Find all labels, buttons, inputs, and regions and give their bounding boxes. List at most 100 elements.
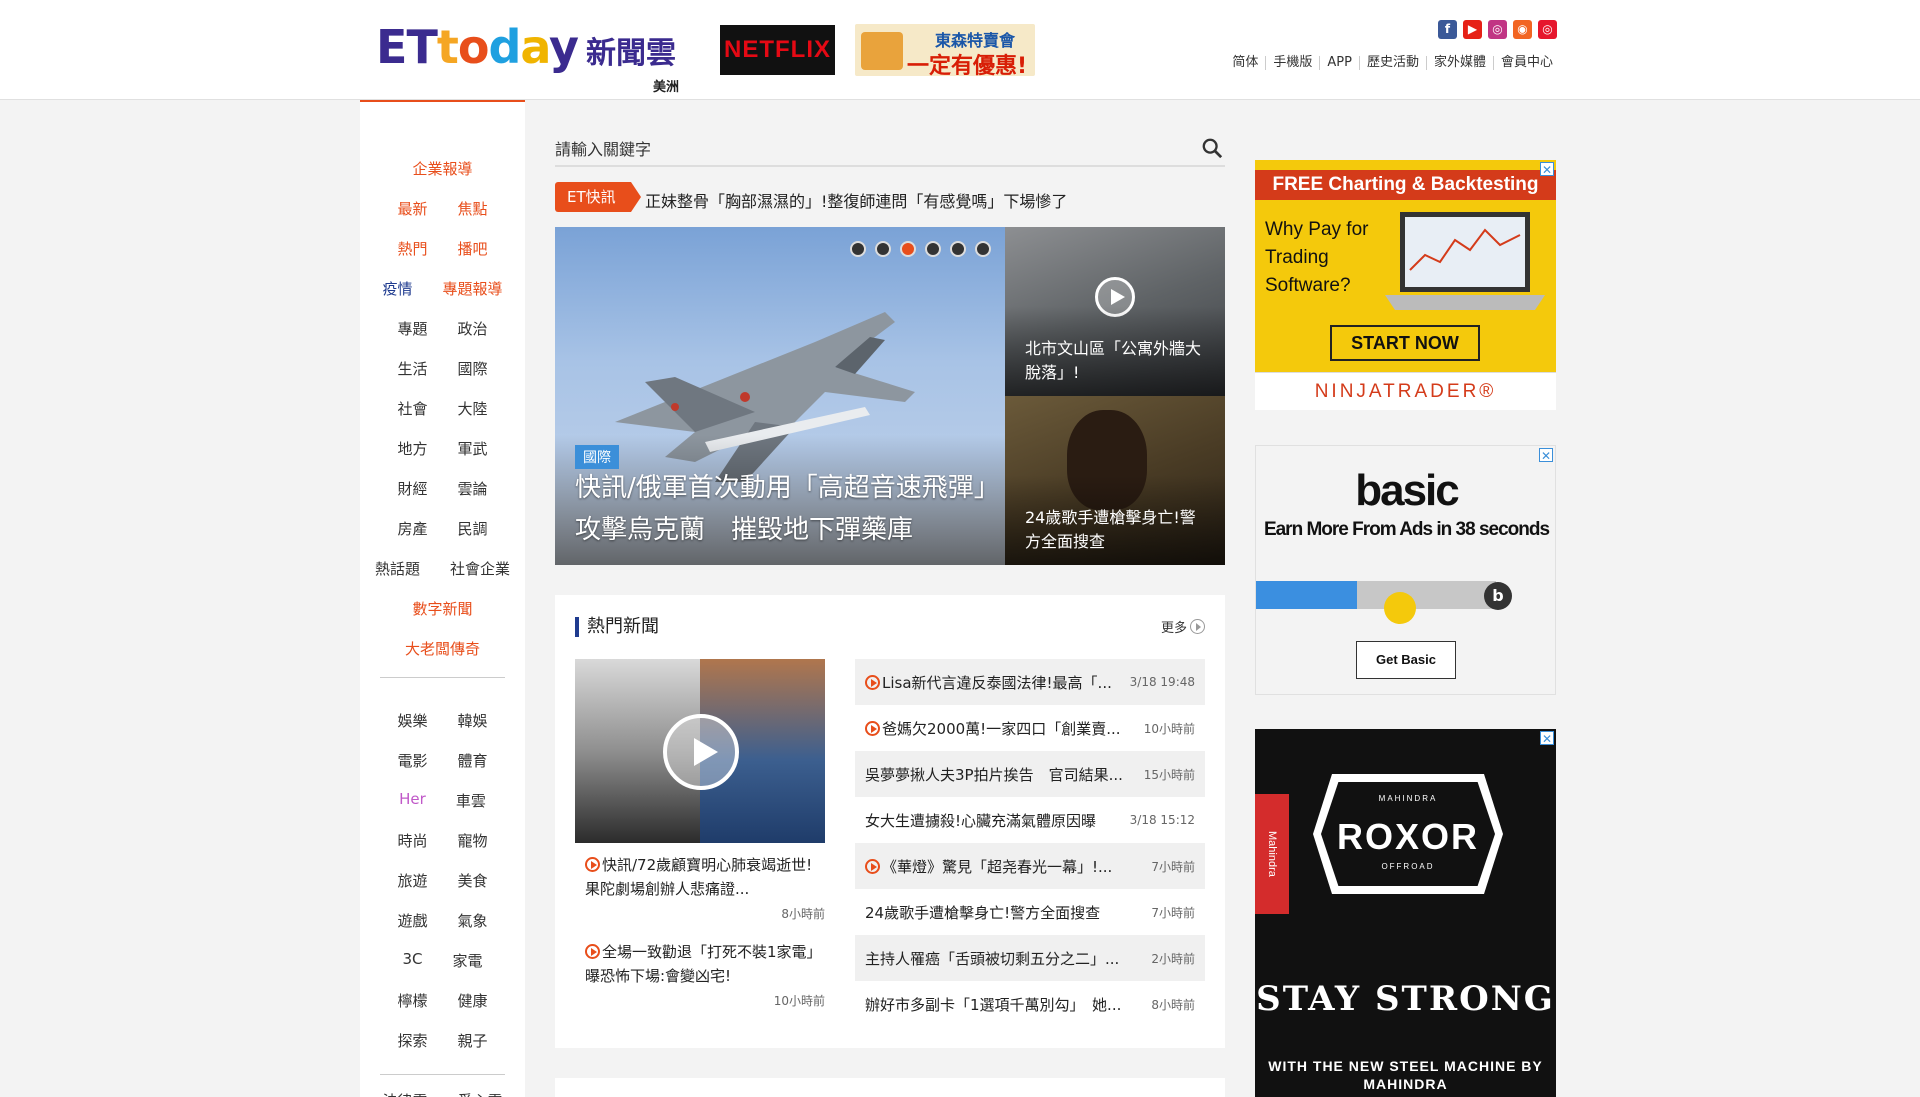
- sidebar-item[interactable]: 專題: [397, 318, 427, 339]
- logo-chinese: 新聞雲: [586, 36, 676, 71]
- sidebar-item[interactable]: 3C: [402, 950, 422, 971]
- sidebar-item[interactable]: 時尚: [397, 830, 427, 851]
- sidebar-item[interactable]: 焦點: [458, 198, 488, 219]
- sidebar-item[interactable]: 播吧: [458, 238, 488, 259]
- sidebar-item[interactable]: 韓娛: [458, 710, 488, 731]
- sidebar-item[interactable]: 數字新聞: [412, 598, 472, 619]
- side-story-1[interactable]: 北市文山區「公寓外牆大脫落」!: [1005, 227, 1225, 396]
- list-item[interactable]: 辦好市多副卡「1選項千萬別勾」 她... 8小時前: [855, 981, 1205, 1027]
- nav-member[interactable]: 會員中心: [1492, 56, 1560, 70]
- instagram-icon[interactable]: ◎: [1488, 20, 1507, 39]
- nav-mobile[interactable]: 手機版: [1265, 56, 1319, 70]
- rss-icon[interactable]: ◉: [1513, 20, 1532, 39]
- start-now-button[interactable]: START NOW: [1330, 325, 1480, 361]
- facebook-icon[interactable]: f: [1438, 20, 1457, 39]
- list-item[interactable]: 主持人罹癌「舌頭被切剩五分之二」... 2小時前: [855, 935, 1205, 981]
- sidebar-item[interactable]: 遊戲: [397, 910, 427, 931]
- sidebar-item[interactable]: 熱話題: [375, 558, 420, 579]
- carousel-dot[interactable]: [950, 241, 966, 257]
- nav-history[interactable]: 歷史活動: [1358, 56, 1426, 70]
- sidebar-row: 旅遊 美食: [360, 870, 525, 891]
- flash-headline[interactable]: 正妹整骨「胸部濕濕的」!整復師連問「有感覺嗎」下場慘了: [645, 188, 1067, 212]
- get-basic-button[interactable]: Get Basic: [1356, 641, 1456, 679]
- hot-left-item[interactable]: 快訊/72歲顧寶明心肺衰竭逝世!果陀劇場創辦人悲痛證... 8小時前: [575, 853, 825, 922]
- close-icon[interactable]: ✕: [1540, 731, 1554, 746]
- list-item[interactable]: 《華燈》驚見「超尧春光一幕」!... 7小時前: [855, 843, 1205, 889]
- close-icon[interactable]: ✕: [1540, 162, 1554, 177]
- video-icon: [865, 720, 880, 736]
- sidebar-item[interactable]: 健康: [458, 990, 488, 1011]
- sidebar-item[interactable]: 大老闆傳奇: [405, 638, 480, 659]
- ettoday-logo[interactable]: ETtoday 新聞雲: [376, 22, 686, 72]
- close-icon[interactable]: ✕: [1539, 448, 1553, 463]
- youtube-icon[interactable]: ▶: [1463, 20, 1482, 39]
- hero-title[interactable]: 快訊/俄軍首次動用「高超音速飛彈」攻擊烏克蘭 摧毀地下彈藥庫: [575, 467, 995, 551]
- list-item[interactable]: Lisa新代言違反泰國法律!最高「... 3/18 19:48: [855, 659, 1205, 705]
- basic-ad[interactable]: basic Earn More From Ads in 38 seconds b…: [1255, 445, 1556, 695]
- top-nav: 简体 手機版 APP 歷史活動 家外媒體 會員中心: [1225, 56, 1560, 70]
- sidebar-item[interactable]: 雲論: [458, 478, 488, 499]
- list-item[interactable]: 24歲歌手遭槍擊身亡!警方全面搜查 7小時前: [855, 889, 1205, 935]
- carousel-dot[interactable]: [925, 241, 941, 257]
- sidebar-item[interactable]: 社會: [397, 398, 427, 419]
- roxor-badge: MAHINDRA ROXOR OFFROAD: [1313, 774, 1503, 894]
- sidebar-item[interactable]: 氣象: [458, 910, 488, 931]
- ninjatrader-logo: NINJATRADER®: [1255, 372, 1556, 410]
- sidebar-item[interactable]: 寵物: [458, 830, 488, 851]
- sidebar-item[interactable]: 民調: [458, 518, 488, 539]
- nav-media[interactable]: 家外媒體: [1425, 56, 1493, 70]
- sidebar-item[interactable]: 生活: [397, 358, 427, 379]
- list-item[interactable]: 女大生遭擄殺!心臟充滿氣體原因曝 3/18 15:12: [855, 797, 1205, 843]
- sidebar-item[interactable]: 最新: [397, 198, 427, 219]
- sidebar-item[interactable]: 房產: [397, 518, 427, 539]
- sidebar-item[interactable]: 專題報導: [443, 278, 503, 299]
- carousel-dot[interactable]: [850, 241, 866, 257]
- sidebar-item[interactable]: 法律雲: [382, 1090, 427, 1097]
- sidebar-item[interactable]: 娛樂: [397, 710, 427, 731]
- sidebar-item[interactable]: 疫情: [382, 278, 412, 299]
- sidebar-item[interactable]: 旅遊: [397, 870, 427, 891]
- sidebar-item[interactable]: 愛心雲: [458, 1090, 503, 1097]
- search-input[interactable]: [555, 135, 1175, 163]
- more-link[interactable]: 更多: [1161, 617, 1205, 636]
- sidebar-item[interactable]: 政治: [458, 318, 488, 339]
- sidebar-item[interactable]: 熱門: [397, 238, 427, 259]
- list-item[interactable]: 爸媽欠2000萬!一家四口「創業賣... 10小時前: [855, 705, 1205, 751]
- list-item[interactable]: 吳夢夢揪人夫3P拍片挨告 官司結果... 15小時前: [855, 751, 1205, 797]
- hot-thumbnail[interactable]: [575, 659, 825, 843]
- sidebar-item[interactable]: 地方: [397, 438, 427, 459]
- ninjatrader-ad[interactable]: FREE Charting & Backtesting Why Pay for …: [1255, 160, 1556, 410]
- sidebar-item[interactable]: 車雲: [456, 790, 486, 811]
- sidebar-item[interactable]: 財經: [397, 478, 427, 499]
- nav-simplified[interactable]: 简体: [1225, 56, 1265, 70]
- sidebar-item[interactable]: 檸檬: [397, 990, 427, 1011]
- mahindra-ad[interactable]: Mahindra MAHINDRA ROXOR OFFROAD STAY STR…: [1255, 729, 1556, 1097]
- sidebar-item[interactable]: Her: [399, 790, 426, 811]
- sidebar-item[interactable]: 美食: [458, 870, 488, 891]
- hot-left-item[interactable]: 全場一致勸退「打死不裝1家電」 曝恐怖下場:會變凶宅! 10小時前: [575, 940, 829, 1009]
- sidebar-item[interactable]: 社會企業: [450, 558, 510, 579]
- dongsen-sale-banner[interactable]: 東森特賣會 一定有優惠!: [855, 24, 1035, 79]
- sidebar-item[interactable]: 大陸: [458, 398, 488, 419]
- sidebar-item[interactable]: 國際: [458, 358, 488, 379]
- sidebar-item[interactable]: 體育: [458, 750, 488, 771]
- hero-carousel[interactable]: 國際 快訊/俄軍首次動用「高超音速飛彈」攻擊烏克蘭 摧毀地下彈藥庫: [555, 227, 1005, 565]
- carousel-dot[interactable]: [875, 241, 891, 257]
- sidebar-item[interactable]: 電影: [397, 750, 427, 771]
- nav-app[interactable]: APP: [1319, 56, 1359, 70]
- sidebar-item[interactable]: 親子: [458, 1030, 488, 1051]
- weibo-icon[interactable]: ◎: [1538, 20, 1557, 39]
- sidebar-item[interactable]: 軍武: [458, 438, 488, 459]
- list-item-time: 8小時前: [1151, 997, 1195, 1012]
- carousel-dot[interactable]: [975, 241, 991, 257]
- sidebar-item[interactable]: 企業報導: [412, 158, 472, 179]
- hero-category[interactable]: 國際: [575, 445, 619, 469]
- search-icon[interactable]: [1201, 137, 1223, 159]
- side-story-2[interactable]: 24歲歌手遭槍擊身亡!警方全面搜查: [1005, 396, 1225, 565]
- slider-knob: [1384, 592, 1416, 624]
- region-label[interactable]: 美洲: [653, 76, 679, 95]
- carousel-dot[interactable]: [900, 241, 916, 257]
- netflix-banner[interactable]: NETFLIX: [720, 25, 835, 75]
- sidebar-item[interactable]: 探索: [397, 1030, 427, 1051]
- sidebar-item[interactable]: 家電: [453, 950, 483, 971]
